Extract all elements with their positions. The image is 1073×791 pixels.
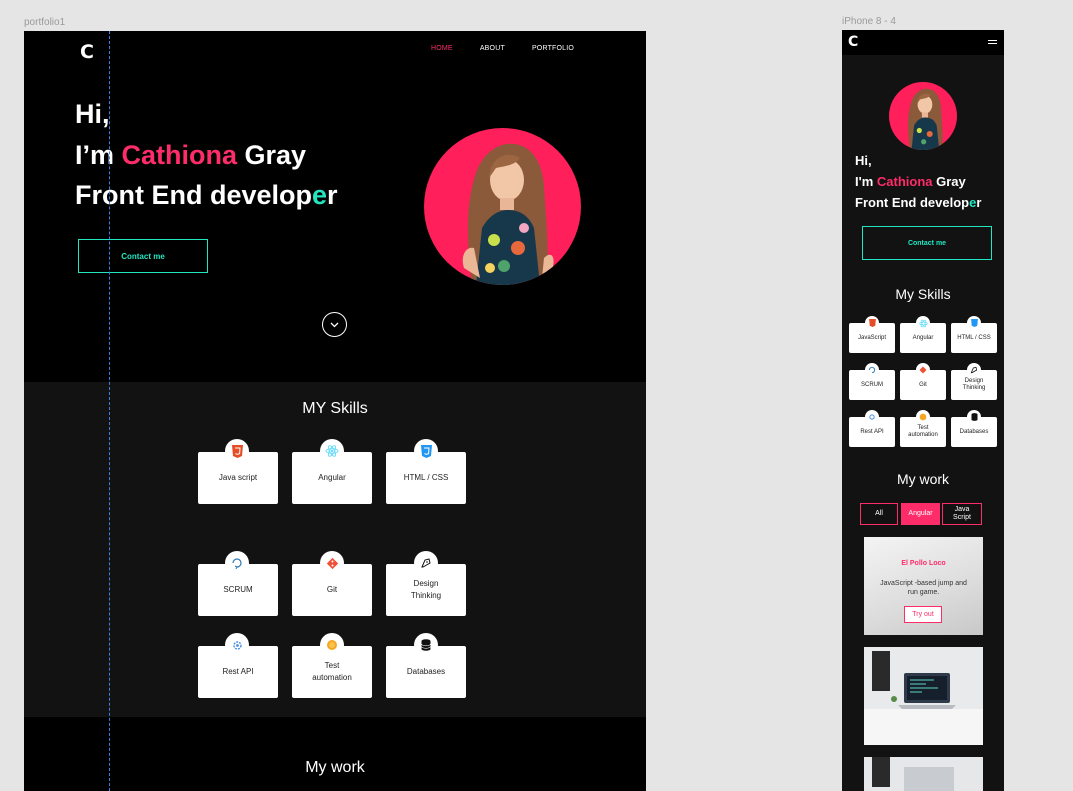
database-icon <box>967 410 981 424</box>
hero-role-end: r <box>976 195 982 210</box>
person-illustration <box>462 143 554 285</box>
project-thumbnail-2[interactable] <box>864 757 983 791</box>
hero-greeting: Hi, <box>855 153 872 168</box>
chevron-down-icon <box>330 322 339 327</box>
skill-label: Rest API <box>860 428 884 435</box>
filter-tab-javascript[interactable]: Java Script <box>942 503 982 525</box>
contact-me-button[interactable]: Contact me <box>78 239 208 273</box>
skill-label: Rest API <box>222 667 254 676</box>
skill-label: HTML / CSS <box>957 334 991 341</box>
skill-label: Java script <box>218 473 258 482</box>
mobile-hero-headline: Hi, I'm Cathiona Gray Front End develope… <box>855 150 981 213</box>
html5-icon <box>865 316 879 330</box>
project-title: El Pollo Loco <box>901 560 946 567</box>
hero-role: Front End developer <box>855 192 981 213</box>
skill-label: Git <box>326 585 338 594</box>
main-nav: HOME ABOUT PORTFOLIO <box>431 45 574 52</box>
skill-label: Design Thinking <box>962 378 986 391</box>
database-icon <box>414 633 438 657</box>
nav-home[interactable]: HOME <box>431 45 453 52</box>
css3-icon <box>967 316 981 330</box>
hero-greeting: Hi, <box>75 99 110 129</box>
git-icon <box>916 363 930 377</box>
mobile-my-work-title: My work <box>896 471 950 487</box>
skills-section: MY Skills Java script Angular HTML / CSS… <box>24 382 646 717</box>
hero-role-main: Front End develop <box>75 180 313 210</box>
scrum-cycle-icon <box>865 363 879 377</box>
hero-im: I'm <box>855 174 877 189</box>
skills-title: MY Skills <box>302 400 368 417</box>
css3-icon <box>414 439 438 463</box>
react-icon <box>916 316 930 330</box>
logo[interactable]: C <box>80 41 94 63</box>
hero-im: I’m <box>75 139 122 170</box>
my-work-section: My work <box>24 717 646 791</box>
mobile-contact-me-button[interactable]: Contact me <box>862 226 992 260</box>
react-icon <box>320 439 344 463</box>
coin-icon <box>916 410 930 424</box>
person-illustration <box>908 88 943 150</box>
hero-role-highlight: e <box>312 180 328 210</box>
skill-label: Angular <box>912 334 934 341</box>
mobile-skills-title: My Skills <box>895 286 951 302</box>
skill-label: Angular <box>318 473 346 482</box>
hero-role-end: r <box>327 180 338 210</box>
design-canvas: portfolio1 iPhone 8 - 4 C HOME ABOUT POR… <box>0 0 1073 791</box>
my-work-title: My work <box>305 759 365 776</box>
hero-name-line: I’m Cathiona Gray <box>75 135 338 176</box>
filter-tab-all[interactable]: All <box>860 503 898 525</box>
skill-label: SCRUM <box>861 381 883 388</box>
mobile-profile-photo <box>889 82 957 150</box>
hero-first-name: Cathiona <box>121 139 238 170</box>
filter-tab-angular[interactable]: Angular <box>901 503 940 525</box>
html5-icon <box>225 439 249 463</box>
desktop-frame-label[interactable]: portfolio1 <box>24 17 65 28</box>
project-card[interactable]: El Pollo Loco JavaScript -based jump and… <box>864 537 983 635</box>
api-gear-icon <box>865 410 879 424</box>
project-thumbnail[interactable] <box>864 647 983 745</box>
hero-headline: Hi, I’m Cathiona Gray Front End develope… <box>75 94 338 216</box>
git-icon <box>320 551 344 575</box>
hero-last-name: Gray <box>932 174 966 189</box>
mobile-logo[interactable]: C <box>848 34 858 50</box>
skill-label: Test automation <box>908 425 938 438</box>
profile-photo <box>424 128 581 285</box>
skill-label: Design Thinking <box>410 579 442 600</box>
layout-guide <box>109 31 110 791</box>
hero-role-main: Front End develop <box>855 195 970 210</box>
skill-label: HTML / CSS <box>403 473 449 482</box>
skill-label: Git <box>919 381 927 388</box>
api-gear-icon <box>225 633 249 657</box>
laptop-photo <box>864 647 983 745</box>
hero-name-line: I'm Cathiona Gray <box>855 171 981 192</box>
skill-label: Databases <box>959 428 989 435</box>
skill-label: JavaScript <box>857 334 886 341</box>
skill-label: Databases <box>406 667 446 676</box>
hero-role: Front End developer <box>75 175 338 216</box>
hero-first-name: Cathiona <box>876 174 933 189</box>
hamburger-menu-icon[interactable] <box>988 40 997 46</box>
pen-nib-icon <box>967 363 981 377</box>
scroll-down-button[interactable] <box>322 312 347 337</box>
nav-portfolio[interactable]: PORTFOLIO <box>532 45 574 52</box>
skill-label: Test automation <box>312 661 352 682</box>
pen-nib-icon <box>414 551 438 575</box>
desk-photo <box>864 757 983 791</box>
nav-about[interactable]: ABOUT <box>480 45 505 52</box>
scrum-cycle-icon <box>225 551 249 575</box>
hero-last-name: Gray <box>237 139 307 170</box>
try-out-button[interactable]: Try out <box>904 606 942 623</box>
mobile-frame: C Hi, I'm Cathiona Gray Front End develo… <box>842 30 1004 791</box>
mobile-frame-label[interactable]: iPhone 8 - 4 <box>842 16 896 27</box>
project-description: JavaScript -based jump and run game. <box>880 580 967 596</box>
coin-icon <box>320 633 344 657</box>
skill-label: SCRUM <box>223 585 253 594</box>
mobile-header: C <box>842 30 1004 55</box>
desktop-frame: C HOME ABOUT PORTFOLIO Hi, I’m Cathiona … <box>24 31 646 791</box>
